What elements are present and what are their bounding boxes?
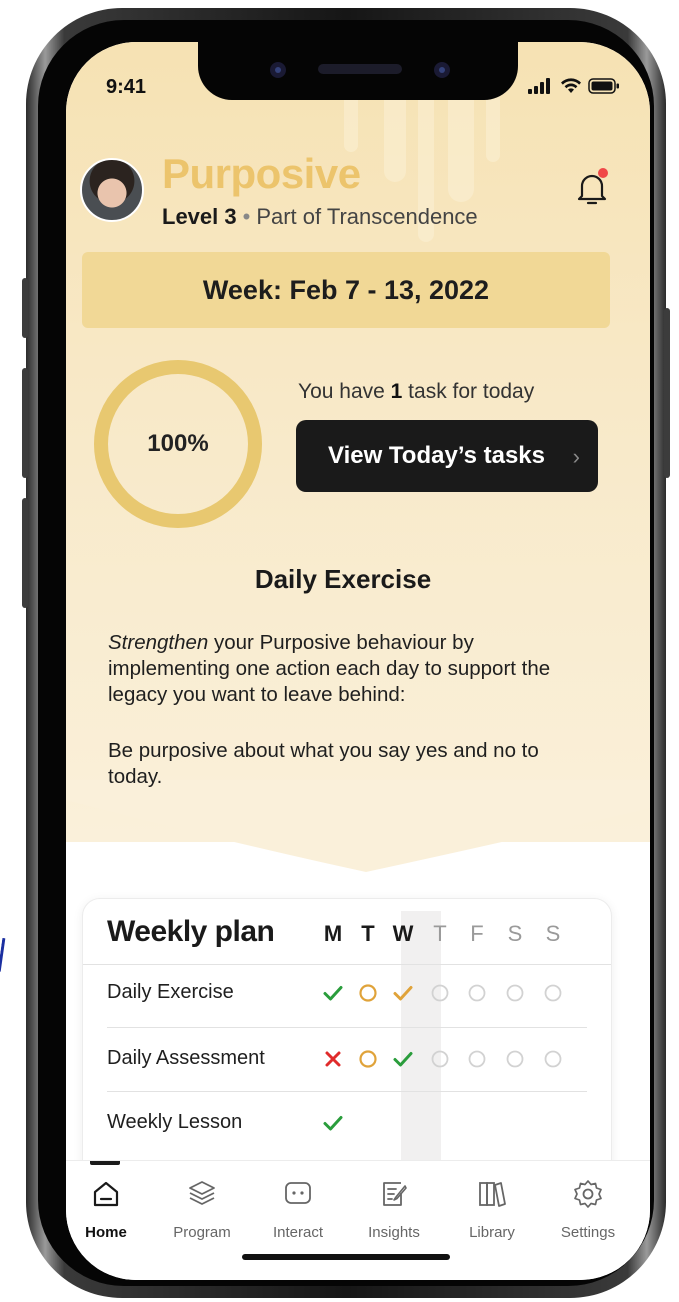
nav-label: Program xyxy=(173,1224,231,1241)
empty-circle-icon xyxy=(422,979,458,1007)
level-label: Level 3 xyxy=(162,204,237,229)
empty-circle-icon xyxy=(459,1045,495,1073)
home-indicator[interactable] xyxy=(242,1254,450,1260)
separator-dot: • xyxy=(242,204,251,229)
empty-circle-icon xyxy=(497,979,533,1007)
weekly-plan-title: Weekly plan xyxy=(107,915,275,948)
volume-down-button xyxy=(22,498,28,608)
page-title: Purposive xyxy=(162,150,361,197)
notification-dot xyxy=(598,168,608,178)
exercise-title: Daily Exercise xyxy=(254,564,432,594)
empty-circle-icon xyxy=(422,1045,458,1073)
stray-edge-mark xyxy=(0,938,14,978)
day-header: W xyxy=(392,921,414,946)
notifications-button[interactable] xyxy=(574,168,610,208)
hero-curve xyxy=(66,780,650,872)
day-header: M xyxy=(323,921,343,946)
nav-item-library[interactable]: Library xyxy=(444,1179,540,1241)
plan-row-label[interactable]: Daily Assessment xyxy=(107,1047,265,1070)
bottom-navigation: Home Program Interact Insights Library Settin… xyxy=(66,1160,650,1280)
status-time: 9:41 xyxy=(106,76,147,98)
divider xyxy=(83,964,611,965)
pending-circle-icon xyxy=(350,1045,386,1073)
day-header: S xyxy=(545,921,561,946)
chevron-right-icon: › xyxy=(572,444,580,469)
home-icon xyxy=(91,1179,121,1214)
divider xyxy=(107,1027,587,1028)
phone-frame: 9:41 Purposive Level 3 • Part of Transcend… xyxy=(22,8,670,1298)
empty-circle-icon xyxy=(535,1045,571,1073)
status-icons xyxy=(528,78,620,94)
gear-icon xyxy=(573,1179,603,1214)
pending-circle-icon xyxy=(350,979,386,1007)
view-tasks-button[interactable]: View Today’s tasks › xyxy=(296,420,598,492)
view-tasks-label: View Today’s tasks xyxy=(328,442,545,469)
day-header: S xyxy=(507,921,523,946)
layers-icon xyxy=(187,1179,217,1214)
notes-icon xyxy=(379,1179,409,1214)
signal-icon xyxy=(528,78,550,94)
empty-circle-icon xyxy=(497,1045,533,1073)
progress-percent: 100% xyxy=(147,430,209,457)
exercise-emphasis: Strengthen xyxy=(108,631,209,654)
nav-item-insights[interactable]: Insights xyxy=(346,1179,442,1241)
screen: 9:41 Purposive Level 3 • Part of Transcend… xyxy=(66,42,650,1280)
cross-icon xyxy=(315,1045,351,1073)
chat-icon xyxy=(283,1179,313,1214)
nav-item-settings[interactable]: Settings xyxy=(540,1179,636,1241)
plan-row-label[interactable]: Daily Exercise xyxy=(107,981,234,1004)
nav-label: Library xyxy=(469,1224,515,1241)
task-text-suffix: task for today xyxy=(402,380,535,403)
nav-label: Settings xyxy=(560,1224,616,1241)
nav-label: Interact xyxy=(272,1224,324,1241)
battery-icon xyxy=(588,78,619,94)
volume-up-button xyxy=(22,368,28,478)
exercise-description: Strengthen your Purposive behaviour by i… xyxy=(108,630,588,708)
task-count: 1 xyxy=(390,380,403,403)
level-subtitle: Level 3 • Part of Transcendence xyxy=(162,204,478,230)
active-tab-indicator xyxy=(90,1161,120,1165)
mute-switch xyxy=(22,278,28,338)
notch xyxy=(198,42,518,100)
face-sensor xyxy=(434,62,450,78)
plan-row-label[interactable]: Weekly Lesson xyxy=(107,1111,242,1134)
day-header: F xyxy=(470,921,484,946)
nav-item-program[interactable]: Program xyxy=(154,1179,250,1241)
nav-item-home[interactable]: Home xyxy=(66,1179,154,1241)
day-header: T xyxy=(433,921,447,946)
nav-label: Home xyxy=(85,1224,127,1241)
nav-label: Insights xyxy=(368,1224,420,1241)
check-icon xyxy=(315,1109,351,1137)
check-icon xyxy=(315,979,351,1007)
divider xyxy=(107,1091,587,1092)
task-text-prefix: You have xyxy=(298,380,391,403)
empty-circle-icon xyxy=(535,979,571,1007)
task-count-text: You have 1 task for today xyxy=(298,380,534,404)
check-icon xyxy=(385,1045,421,1073)
check-icon xyxy=(385,979,421,1007)
power-button xyxy=(664,308,670,478)
nav-item-interact[interactable]: Interact xyxy=(250,1179,346,1241)
day-header: T xyxy=(361,921,375,946)
part-of-label: Part of Transcendence xyxy=(256,204,478,229)
front-camera xyxy=(270,62,286,78)
empty-circle-icon xyxy=(459,979,495,1007)
exercise-instruction: Be purposive about what you say yes and … xyxy=(108,739,539,788)
earpiece-speaker xyxy=(318,64,402,74)
week-range: Week: Feb 7 - 13, 2022 xyxy=(82,252,610,328)
wifi-icon xyxy=(561,78,581,93)
avatar[interactable] xyxy=(80,158,144,222)
books-icon xyxy=(477,1179,507,1214)
